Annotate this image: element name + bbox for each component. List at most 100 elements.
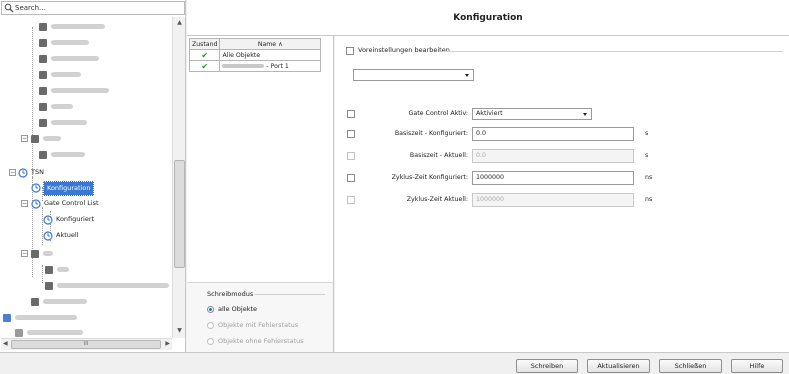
tsn-clock-icon [18,168,28,178]
object-list-panel: Zustand Name ∧ ✔ Alle Objekte ✔ - Port 1 [187,36,334,282]
collapse-icon[interactable]: − [21,250,28,257]
device-icon [39,39,47,47]
cycle-time-current-field: 1000000 [472,193,634,207]
field-row-cycle-time-configured: Zyklus-Zeit Konfiguriert: 1000000 ns [335,170,789,186]
radio-selected-icon [207,306,214,313]
device-icon [31,298,39,306]
tree-item[interactable] [1,36,169,49]
scroll-thumb[interactable] [174,160,185,268]
chevron-down-icon [583,113,587,116]
scroll-right-icon[interactable]: ▶ [165,340,170,347]
field-checkbox [347,196,355,204]
write-button[interactable]: Schreiben [516,359,578,373]
tree-item[interactable] [1,68,169,81]
device-icon [39,151,47,159]
tree-vertical-scrollbar[interactable]: ▲ ▼ [172,17,185,338]
table-row[interactable]: ✔ Alle Objekte [188,49,321,61]
settings-folder-icon [3,314,11,322]
collapse-icon[interactable]: − [9,169,16,176]
gate-control-active-dropdown[interactable]: Aktiviert [472,108,592,120]
chevron-down-icon [465,74,469,77]
tree-item[interactable] [1,326,169,338]
write-mode-title: Schreibmodus [207,290,254,298]
write-mode-group: Schreibmodus alle Objekte Objekte mit Fe… [187,282,334,352]
tree-item[interactable] [1,311,169,324]
collapse-icon[interactable]: − [21,135,28,142]
tree-item-tsn[interactable]: − TSN [1,166,169,179]
tree-item-aktuell[interactable]: Aktuell [1,229,169,242]
search-input[interactable]: Search... [1,1,185,15]
tree-item[interactable]: − [1,247,169,260]
tree-horizontal-scrollbar[interactable]: ◀ III ▶ [1,338,172,350]
device-icon [39,55,47,63]
dialog-button-bar: Schreiben Aktualisieren Schließen Hilfe [0,352,789,374]
scroll-down-icon[interactable]: ▼ [175,327,184,336]
radio-icon [207,322,214,329]
preset-dropdown[interactable] [353,69,474,81]
tree-item[interactable] [1,100,169,113]
table-row[interactable]: ✔ - Port 1 [188,60,321,72]
device-icon [39,119,47,127]
preset-edit-checkbox[interactable] [346,47,354,55]
tree-item-label: Gate Control List [44,199,99,207]
tree-item-label: TSN [31,168,44,176]
device-icon [31,135,39,143]
tree-item[interactable] [1,279,169,292]
device-icon [45,266,53,274]
field-checkbox [347,152,355,160]
preset-edit-label: Voreinstellungen bearbeiten [358,46,450,54]
scroll-left-icon[interactable]: ◀ [3,340,8,347]
object-table: Zustand Name ∧ ✔ Alle Objekte ✔ - Port 1 [188,38,321,72]
field-row-gate-control-active: Gate Control Aktiv: Aktiviert [335,106,789,122]
scroll-thumb[interactable]: III [11,340,161,349]
help-button[interactable]: Hilfe [731,359,783,373]
tree-item-konfiguriert[interactable]: Konfiguriert [1,213,169,226]
tree-item[interactable] [1,148,169,161]
tree-item-konfiguration[interactable]: Konfiguration [1,181,169,196]
unit-label: s [645,152,649,159]
unit-label: ns [645,174,653,181]
field-checkbox[interactable] [347,110,355,118]
base-time-current-field: 0.0 [472,149,634,163]
table-header-row: Zustand Name ∧ [188,38,321,50]
column-header-name[interactable]: Name ∧ [219,38,321,50]
settings-panel: Voreinstellungen bearbeiten Gate Control… [335,36,789,352]
folder-icon [15,329,23,337]
field-checkbox[interactable] [347,174,355,182]
device-tree[interactable]: − − TSN Konfiguration − Gate Control Lis… [1,17,171,338]
tree-item-label: Konfiguration [43,181,95,196]
scroll-up-icon[interactable]: ▲ [175,19,184,28]
device-icon [39,71,47,79]
field-label: Zyklus-Zeit Aktuell: [406,196,468,203]
refresh-button[interactable]: Aktualisieren [587,359,650,373]
tree-item[interactable] [1,52,169,65]
tree-item-label: Aktuell [56,231,79,239]
field-checkbox[interactable] [347,130,355,138]
device-icon [31,250,39,258]
tree-item[interactable] [1,116,169,129]
field-label: Basiszeit - Aktuell: [409,152,468,159]
column-header-status[interactable]: Zustand [188,38,221,50]
tree-item[interactable] [1,20,169,33]
base-time-configured-input[interactable]: 0.0 [472,127,634,141]
collapse-icon[interactable]: − [21,200,28,207]
device-icon [39,103,47,111]
tree-item[interactable] [1,295,169,308]
unit-label: s [645,130,649,137]
close-button[interactable]: Schließen [659,359,722,373]
field-label: Basiszeit - Konfiguriert: [394,130,468,137]
tree-item[interactable] [1,263,169,276]
device-icon [39,23,47,31]
tree-item[interactable] [1,84,169,97]
field-row-cycle-time-current: Zyklus-Zeit Aktuell: 1000000 ns [335,192,789,208]
search-icon [4,3,14,13]
cycle-time-configured-input[interactable]: 1000000 [472,171,634,185]
search-placeholder: Search... [15,4,46,12]
table-cell-name: Alle Objekte [219,49,321,61]
page-title: Konfiguration [453,13,523,23]
tree-item-gate-control-list[interactable]: − Gate Control List [1,197,169,210]
tsn-clock-icon [43,215,53,225]
tsn-clock-icon [31,183,41,193]
page-header: Konfiguration [187,0,789,36]
tree-item[interactable]: − [1,132,169,145]
